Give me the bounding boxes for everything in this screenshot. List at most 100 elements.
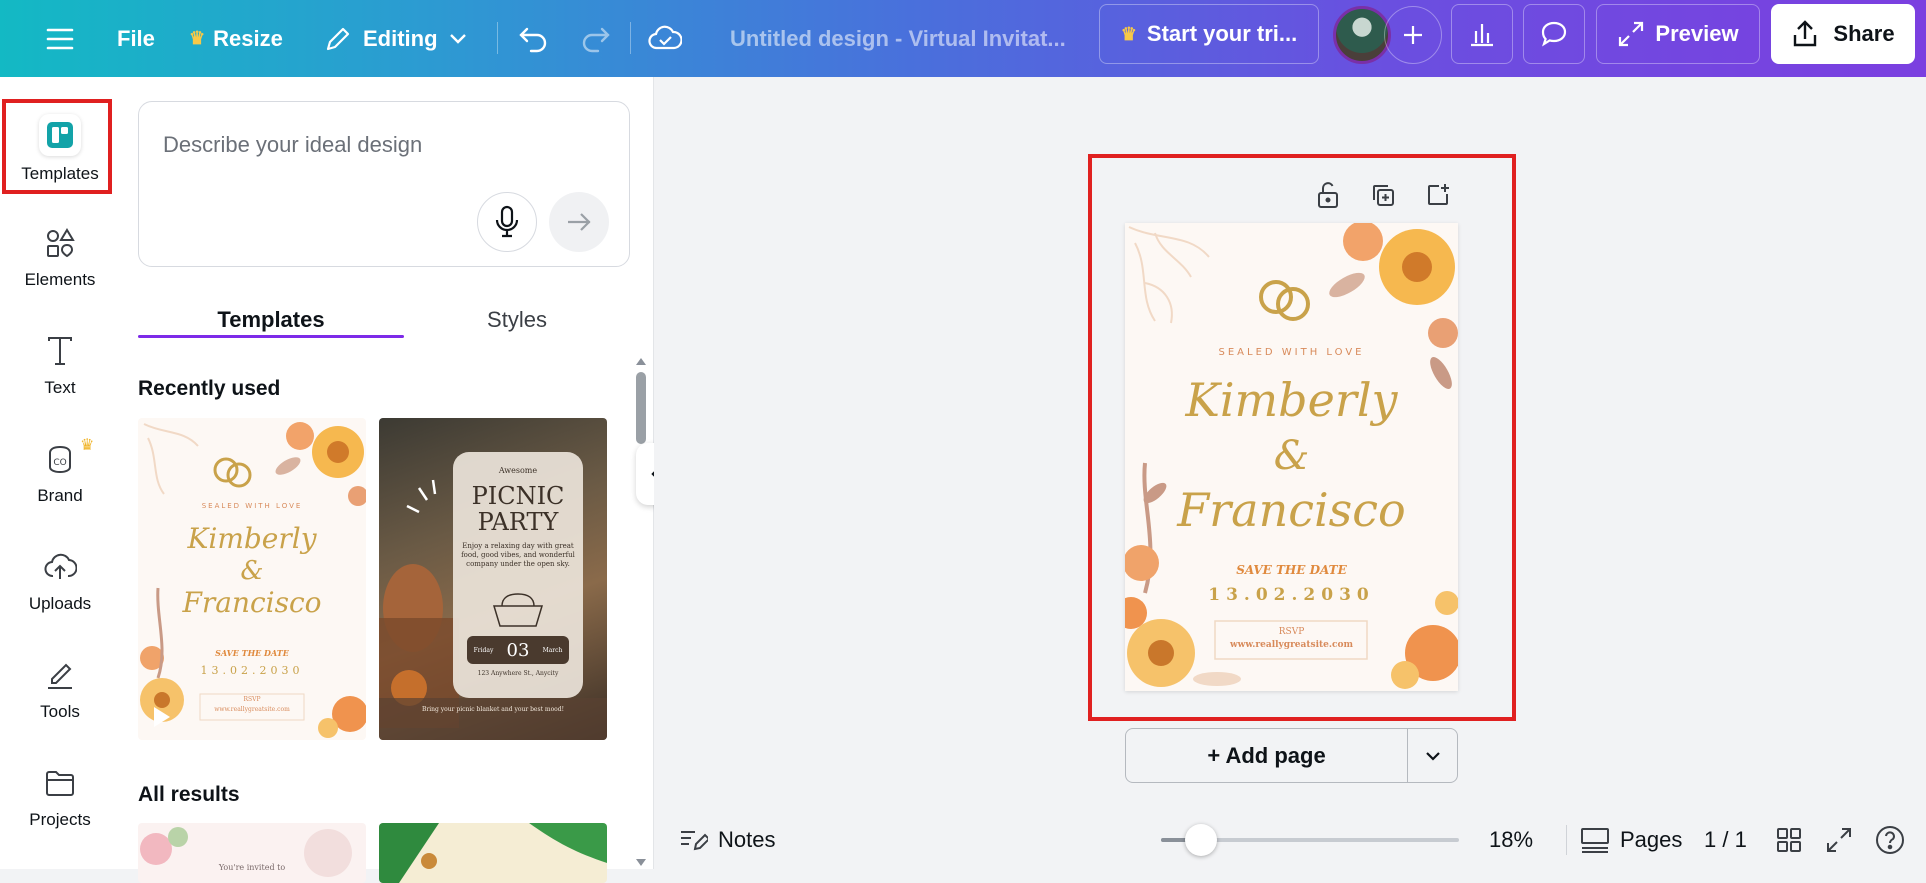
help-button[interactable] [1874, 822, 1906, 858]
microphone-icon [495, 205, 519, 238]
expand-icon [1619, 21, 1644, 47]
prompt-input[interactable]: Describe your ideal design [163, 132, 422, 158]
rail-item-elements[interactable]: Elements [0, 207, 120, 307]
add-collaborator-button[interactable] [1384, 6, 1442, 64]
projects-icon [41, 764, 79, 802]
template-thumbnail-tropical[interactable] [379, 823, 607, 883]
share-button[interactable]: Share [1771, 4, 1915, 64]
add-page-control: + Add page [1125, 728, 1458, 783]
thumb-subtitle: SEALED WITH LOVE [201, 502, 303, 510]
zoom-level-button[interactable]: 18% [1489, 822, 1533, 858]
crown-icon: ♛ [80, 437, 95, 454]
zoom-slider-handle[interactable] [1185, 824, 1218, 856]
comment-icon [1541, 21, 1567, 47]
resize-button[interactable]: ♛ Resize [189, 0, 283, 77]
basket-icon [492, 593, 544, 627]
redo-button[interactable] [579, 0, 611, 77]
picnic-date-badge: Friday 03 March [467, 636, 569, 664]
thumb-save-date: SAVE THE DATE [215, 648, 289, 658]
arrow-right-icon [568, 213, 591, 231]
file-menu[interactable]: File [117, 0, 155, 77]
help-icon [1876, 826, 1904, 854]
crown-icon: ♛ [1120, 23, 1137, 44]
thumb-site: www.reallygreatsite.com [214, 706, 290, 713]
menu-button[interactable] [46, 0, 74, 77]
thumb-rsvp: RSVP [243, 696, 261, 703]
grid-view-button[interactable] [1776, 822, 1802, 858]
rail-item-text[interactable]: Text [0, 315, 120, 415]
start-trial-button[interactable]: ♛ Start your tri... [1099, 4, 1319, 64]
picnic-kicker: Awesome [498, 466, 538, 475]
rail-item-projects[interactable]: Projects [0, 747, 120, 847]
pencil-icon [326, 27, 350, 50]
thumb-name2: Francisco [182, 586, 322, 619]
thumb-name1: Kimberly [187, 522, 317, 555]
submit-prompt-button[interactable] [549, 192, 609, 252]
thumb-amp: & [240, 556, 264, 586]
redo-icon [582, 27, 610, 52]
divider [630, 22, 631, 54]
recently-used-heading: Recently used [138, 377, 281, 400]
pink-floral-decoration [140, 827, 352, 877]
chevron-down-icon [1425, 751, 1440, 761]
add-page-options-button[interactable] [1408, 729, 1457, 782]
picnic-footer: Bring your picnic blanket and your best … [421, 706, 565, 713]
active-tab-indicator [138, 335, 404, 338]
svg-text:CO: CO [53, 458, 66, 468]
template-thumbnail-picnic[interactable]: Awesome PICNIC PARTY Enjoy a relaxing da… [379, 418, 607, 740]
upload-share-icon [1794, 20, 1817, 47]
undo-icon [519, 27, 547, 52]
editing-mode-dropdown[interactable]: Editing [323, 0, 468, 77]
templates-highlight-box [2, 99, 112, 194]
templates-panel: Describe your ideal design Templates Sty… [120, 77, 654, 883]
chevron-down-icon [449, 33, 466, 44]
picnic-title-2: PARTY [477, 508, 559, 536]
rail-item-tools[interactable]: Tools [0, 639, 120, 739]
divider [497, 22, 498, 54]
template-thumbnail-floral-pink[interactable]: You're invited to [138, 823, 366, 883]
tropical-leaves-decoration [379, 823, 607, 883]
elements-icon [41, 224, 79, 262]
thumb-date: 13.02.2030 [200, 664, 304, 677]
design-prompt-box[interactable]: Describe your ideal design [138, 101, 630, 267]
preview-button[interactable]: Preview [1596, 4, 1760, 64]
picnic-info-card: Awesome PICNIC PARTY Enjoy a relaxing da… [453, 452, 583, 698]
grid-icon [1777, 828, 1801, 852]
page-counter: 1 / 1 [1704, 827, 1747, 852]
brand-icon: CO [41, 440, 79, 478]
top-bar: File ♛ Resize Editing Untitled design - … [0, 0, 1926, 77]
rail-item-uploads[interactable]: Uploads [0, 531, 120, 631]
undo-button[interactable] [518, 0, 550, 77]
hamburger-icon [46, 28, 74, 49]
left-rail: Templates Elements Text ♛ CO Brand Uploa… [0, 77, 120, 869]
tools-icon [41, 656, 79, 694]
plus-icon [1404, 26, 1422, 44]
crown-icon: ♛ [189, 28, 206, 48]
divider [1566, 825, 1567, 855]
add-page-button[interactable]: + Add page [1126, 729, 1408, 782]
avatar[interactable] [1333, 6, 1391, 64]
tab-styles[interactable]: Styles [404, 295, 630, 345]
comments-button[interactable] [1523, 4, 1585, 64]
all-results-heading: All results [138, 783, 240, 806]
picnic-title-1: PICNIC [471, 482, 565, 510]
insights-button[interactable] [1451, 4, 1513, 64]
voice-input-button[interactable] [477, 192, 537, 252]
pages-button[interactable]: Pages [1580, 822, 1682, 858]
uploads-icon [41, 548, 79, 586]
rail-item-brand[interactable]: ♛ CO Brand [0, 423, 120, 523]
notes-button[interactable]: Notes [678, 822, 775, 858]
scrollbar-thumb[interactable] [636, 372, 646, 444]
picnic-body: Enjoy a relaxing day with great food, go… [461, 542, 575, 568]
picnic-address: 123 Anywhere St., Anycity [477, 670, 559, 677]
scroll-down-icon [636, 859, 646, 866]
fullscreen-button[interactable] [1826, 822, 1852, 858]
notes-icon [681, 831, 708, 851]
text-icon [41, 332, 79, 370]
template-thumbnail-wedding[interactable]: SEALED WITH LOVE Kimberly & Francisco SA… [138, 418, 366, 740]
scroll-up-icon [636, 358, 646, 365]
selected-page-highlight-box [1088, 154, 1516, 721]
fullscreen-icon [1827, 828, 1851, 852]
cloud-save-status[interactable] [648, 0, 682, 77]
document-title[interactable]: Untitled design - Virtual Invitat... [730, 0, 1066, 77]
